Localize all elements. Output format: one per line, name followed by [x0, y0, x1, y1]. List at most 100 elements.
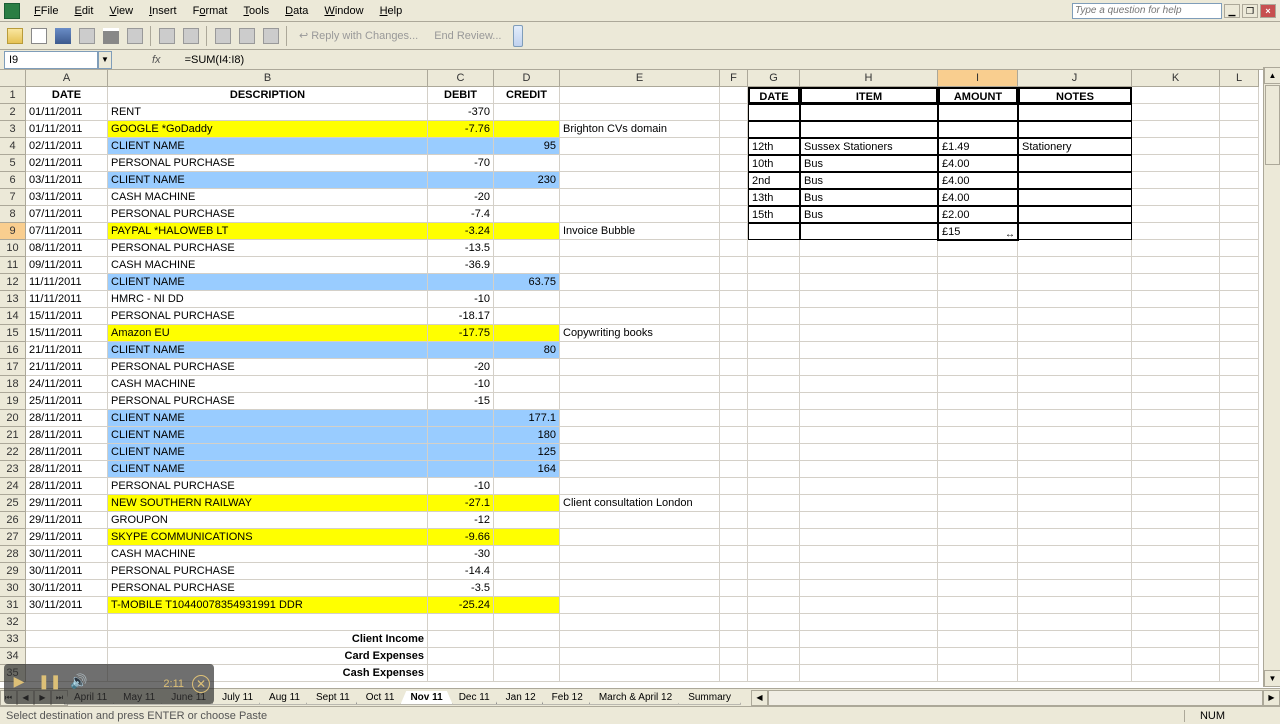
cell[interactable] — [938, 495, 1018, 512]
cell[interactable] — [1132, 104, 1220, 121]
hscroll-right[interactable]: ▶ — [1263, 690, 1280, 706]
sheet-tab-aug-11[interactable]: Aug 11 — [259, 691, 310, 705]
column-header-E[interactable]: E — [560, 70, 720, 87]
cell-credit-23[interactable]: 164 — [494, 461, 560, 478]
cell-debit-15[interactable]: -17.75 — [428, 325, 494, 342]
cell-date-4[interactable]: 02/11/2011 — [26, 138, 108, 155]
row-header-22[interactable]: 22 — [0, 444, 26, 461]
cell-credit-28[interactable] — [494, 546, 560, 563]
cell-debit-14[interactable]: -18.17 — [428, 308, 494, 325]
cell-debit-18[interactable]: -10 — [428, 376, 494, 393]
cell[interactable] — [1132, 597, 1220, 614]
cell-debit-23[interactable] — [428, 461, 494, 478]
cell[interactable] — [800, 427, 938, 444]
cell[interactable] — [1132, 393, 1220, 410]
menu-help[interactable]: Help — [372, 3, 411, 19]
cell[interactable] — [938, 291, 1018, 308]
cell[interactable] — [748, 291, 800, 308]
cell-desc-13[interactable]: HMRC - NI DD — [108, 291, 428, 308]
cell[interactable] — [1220, 87, 1259, 104]
minimize-button[interactable]: ▁ — [1224, 4, 1240, 18]
cell[interactable] — [720, 461, 748, 478]
cell[interactable] — [1132, 461, 1220, 478]
cell[interactable] — [1220, 138, 1259, 155]
cell-desc-29[interactable]: PERSONAL PURCHASE — [108, 563, 428, 580]
cell[interactable] — [1018, 427, 1132, 444]
cell-note-18[interactable] — [560, 376, 720, 393]
cell[interactable] — [1132, 87, 1220, 104]
name-box[interactable]: I9 — [4, 51, 98, 69]
cell[interactable] — [720, 325, 748, 342]
cell-desc-20[interactable]: CLIENT NAME — [108, 410, 428, 427]
cell-date-22[interactable]: 28/11/2011 — [26, 444, 108, 461]
cell[interactable] — [748, 529, 800, 546]
cell[interactable] — [1132, 546, 1220, 563]
cell[interactable] — [1220, 342, 1259, 359]
cell[interactable] — [1018, 274, 1132, 291]
cell-note-8[interactable] — [560, 206, 720, 223]
cell[interactable] — [1018, 512, 1132, 529]
column-header-H[interactable]: H — [800, 70, 938, 87]
cell[interactable] — [1132, 631, 1220, 648]
cell[interactable] — [1132, 529, 1220, 546]
cell[interactable] — [1018, 342, 1132, 359]
sheet-tab-sept-11[interactable]: Sept 11 — [306, 691, 360, 705]
cell[interactable] — [938, 563, 1018, 580]
cell[interactable] — [1132, 325, 1220, 342]
cell[interactable] — [800, 529, 938, 546]
side-cell-5-notes[interactable] — [1018, 155, 1132, 172]
cell-note-5[interactable] — [560, 155, 720, 172]
cell[interactable] — [720, 274, 748, 291]
column-header-L[interactable]: L — [1220, 70, 1259, 87]
cell[interactable] — [720, 580, 748, 597]
menu-edit[interactable]: Edit — [66, 3, 101, 19]
cell-debit-5[interactable]: -70 — [428, 155, 494, 172]
cell[interactable] — [1220, 240, 1259, 257]
cell-debit-22[interactable] — [428, 444, 494, 461]
scroll-down-button[interactable]: ▼ — [1264, 670, 1280, 687]
sheet-tab-feb-12[interactable]: Feb 12 — [542, 691, 593, 705]
cell[interactable] — [1018, 478, 1132, 495]
cell[interactable] — [1132, 342, 1220, 359]
cell-note-10[interactable] — [560, 240, 720, 257]
column-header-B[interactable]: B — [108, 70, 428, 87]
side-header-G[interactable]: DATE — [748, 87, 800, 104]
side-cell-6-item[interactable]: Bus — [800, 172, 938, 189]
cell-desc-4[interactable]: CLIENT NAME — [108, 138, 428, 155]
side-cell-7-amount[interactable]: £4.00 — [938, 189, 1018, 206]
cell[interactable] — [720, 478, 748, 495]
restore-button[interactable]: ❐ — [1242, 4, 1258, 18]
cell-desc-12[interactable]: CLIENT NAME — [108, 274, 428, 291]
cell[interactable] — [1018, 461, 1132, 478]
cell-desc-3[interactable]: GOOGLE *GoDaddy — [108, 121, 428, 138]
cell-debit-19[interactable]: -15 — [428, 393, 494, 410]
side-cell-3-amount[interactable] — [938, 121, 1018, 138]
cell[interactable] — [26, 631, 108, 648]
cell[interactable] — [720, 359, 748, 376]
cell-desc-5[interactable]: PERSONAL PURCHASE — [108, 155, 428, 172]
row-header-34[interactable]: 34 — [0, 648, 26, 665]
cell-credit-22[interactable]: 125 — [494, 444, 560, 461]
cell[interactable] — [1220, 172, 1259, 189]
cell-credit-5[interactable] — [494, 155, 560, 172]
cell-note-34[interactable] — [560, 648, 720, 665]
cell[interactable] — [720, 342, 748, 359]
cell-credit-7[interactable] — [494, 189, 560, 206]
column-header-C[interactable]: C — [428, 70, 494, 87]
cell[interactable] — [1220, 444, 1259, 461]
side-cell-2-notes[interactable] — [1018, 104, 1132, 121]
cell-debit-29[interactable]: -14.4 — [428, 563, 494, 580]
cell[interactable] — [560, 87, 720, 104]
cell-note-31[interactable] — [560, 597, 720, 614]
cell-debit-11[interactable]: -36.9 — [428, 257, 494, 274]
cell[interactable] — [1018, 291, 1132, 308]
cell[interactable] — [800, 478, 938, 495]
cell[interactable] — [748, 376, 800, 393]
cell-desc-24[interactable]: PERSONAL PURCHASE — [108, 478, 428, 495]
row-header-2[interactable]: 2 — [0, 104, 26, 121]
media-play-button[interactable]: ▶ — [8, 673, 30, 695]
cell[interactable] — [1132, 155, 1220, 172]
sheet-tab-march-&-april-12[interactable]: March & April 12 — [589, 691, 682, 705]
row-header-4[interactable]: 4 — [0, 138, 26, 155]
cell-date-23[interactable]: 28/11/2011 — [26, 461, 108, 478]
